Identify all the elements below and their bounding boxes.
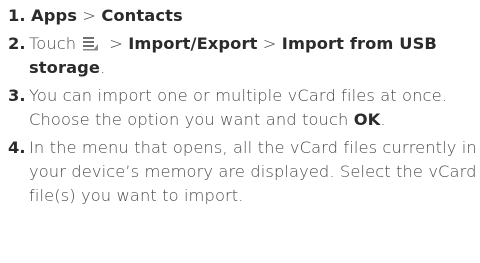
import-export-label: Import/Export — [128, 34, 258, 53]
period: . — [100, 58, 106, 77]
step-4-body: In the menu that opens, all the vCard fi… — [29, 138, 477, 205]
step-number: 1. — [8, 6, 26, 25]
step-text: Touch > Import/Export > Import from USB … — [29, 32, 478, 80]
step-3: 3. You can import one or multiple vCard … — [8, 84, 478, 132]
step-number: 2. — [8, 34, 26, 53]
ok-label: OK — [353, 110, 381, 129]
period: . — [380, 110, 386, 129]
separator: > — [262, 34, 277, 53]
instruction-steps: 1. Apps > Contacts 2. Touch > Import/Exp… — [8, 4, 478, 212]
separator: > — [109, 34, 123, 53]
step-2: 2. Touch > Import/Export > Import from U… — [8, 32, 478, 80]
touch-text: Touch — [29, 34, 77, 53]
step-text: Apps > Contacts — [29, 4, 478, 28]
apps-label: Apps — [31, 6, 78, 25]
import-from-usb-label: Import from USB — [281, 34, 437, 53]
contacts-label: Contacts — [101, 6, 183, 25]
storage-label: storage — [29, 58, 101, 77]
step-1: 1. Apps > Contacts — [8, 4, 478, 28]
step-number: 4. — [8, 138, 26, 157]
menu-icon — [82, 35, 99, 51]
step-text: You can import one or multiple vCard fil… — [29, 84, 478, 132]
step-4: 4. In the menu that opens, all the vCard… — [8, 136, 478, 208]
separator: > — [82, 6, 97, 25]
step-number: 3. — [8, 86, 26, 105]
